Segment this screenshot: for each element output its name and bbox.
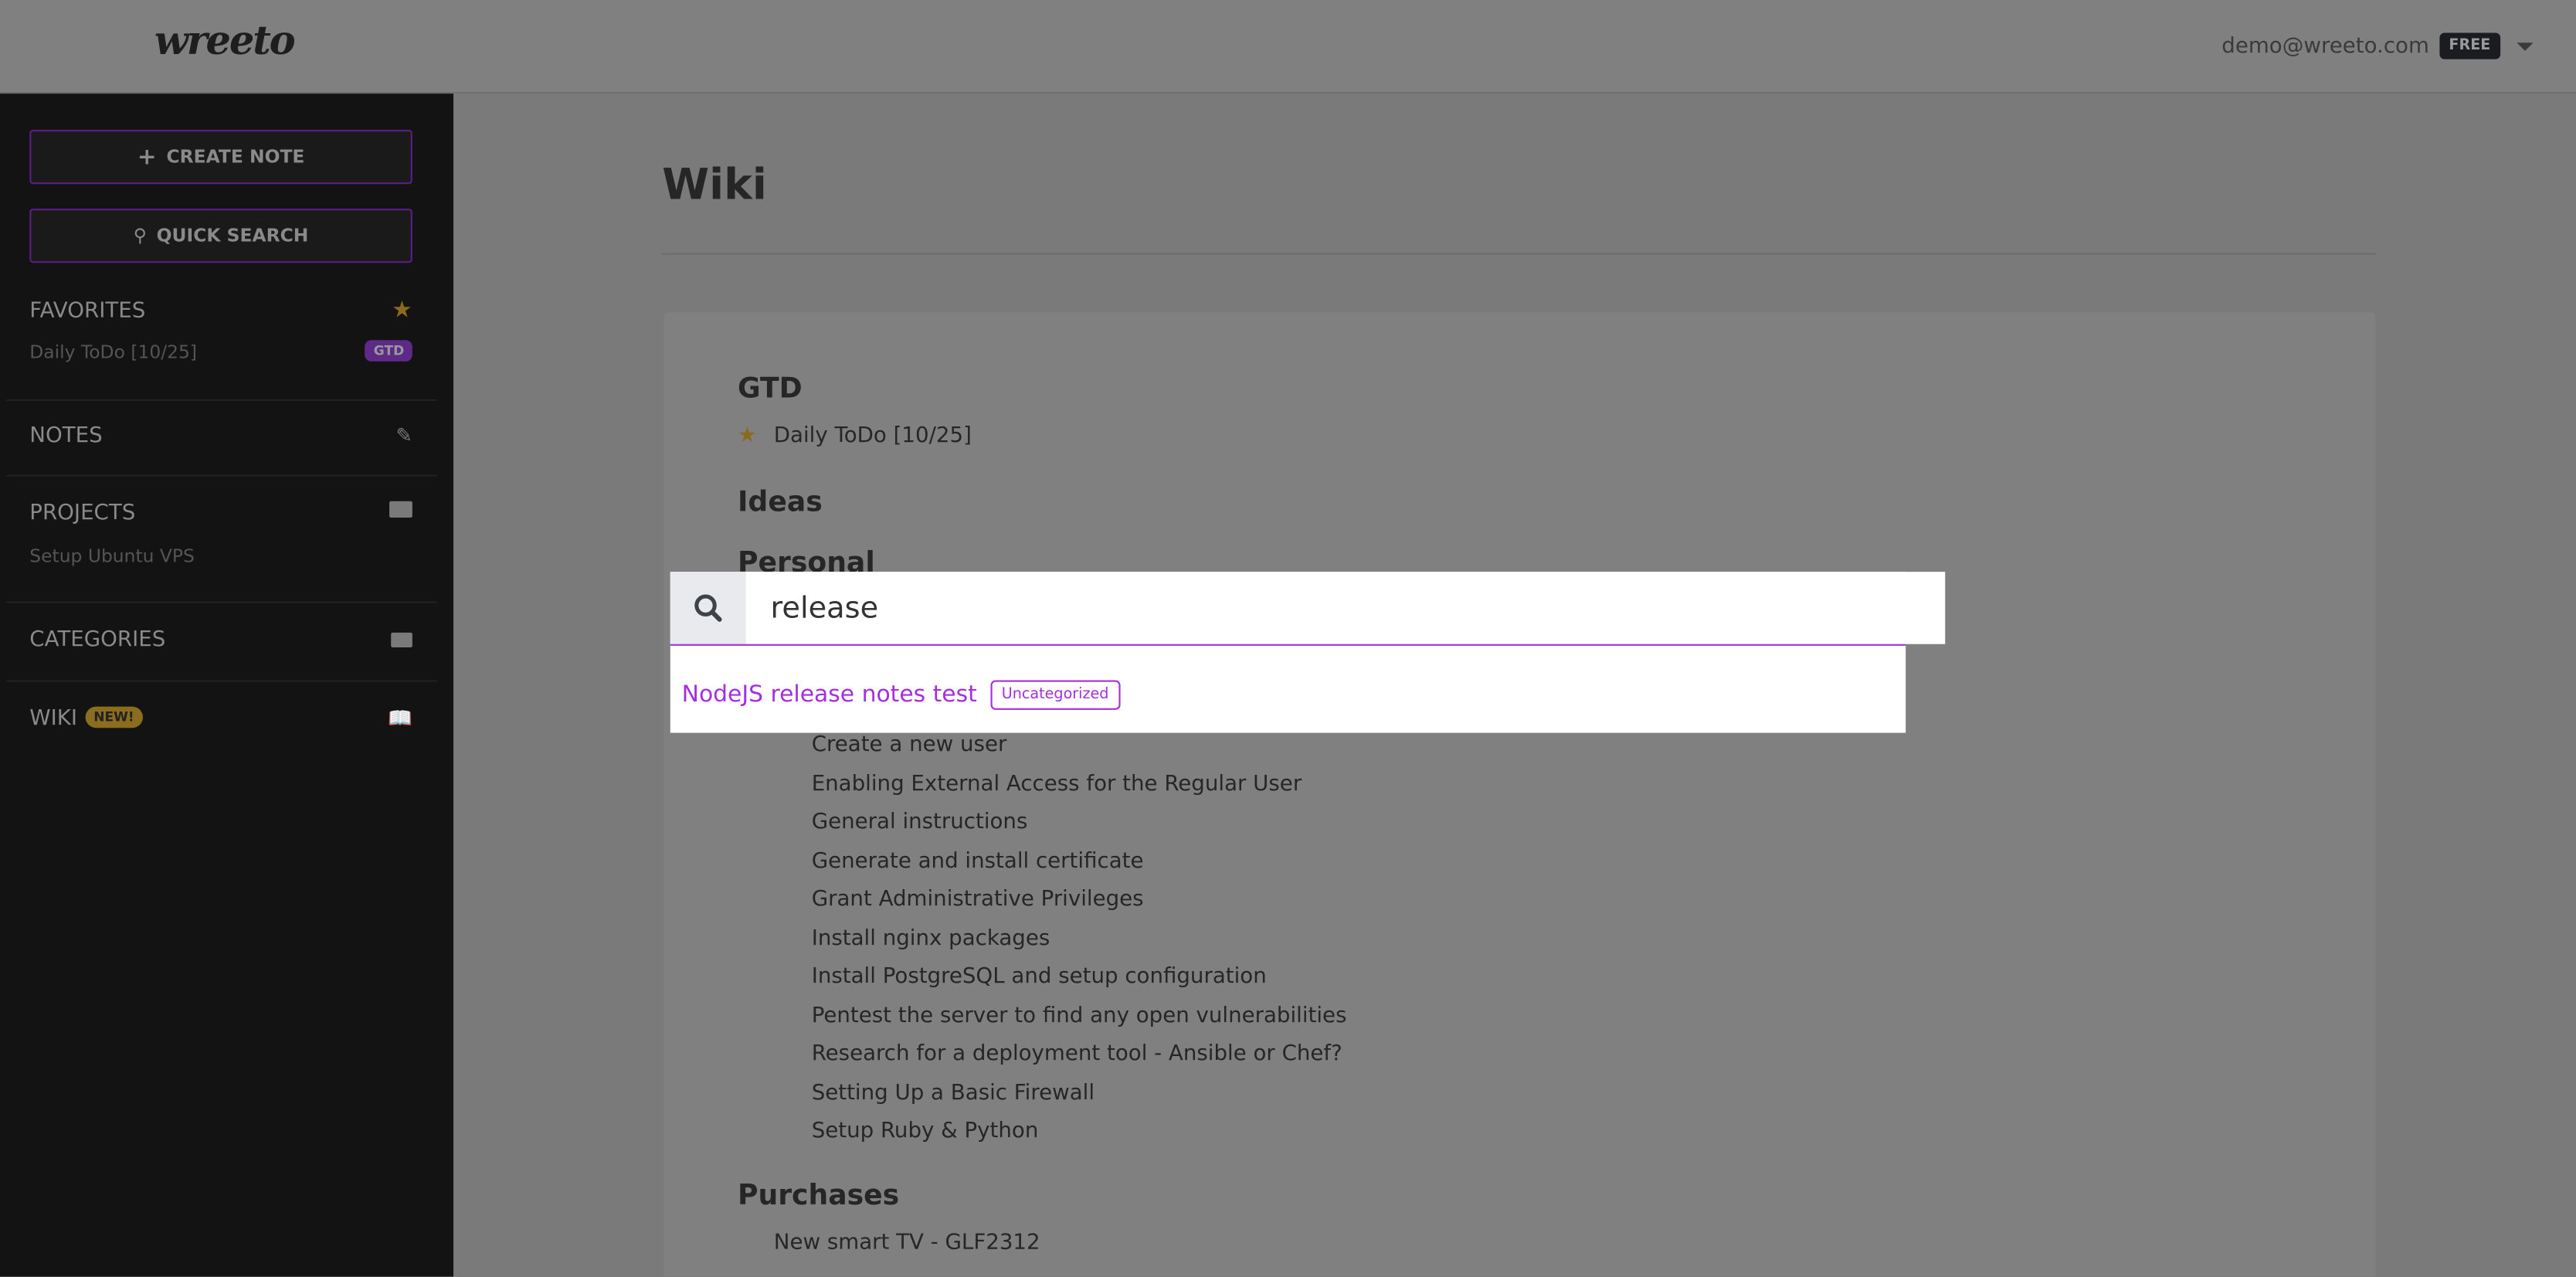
wiki-note-link[interactable]: General instructions (812, 810, 1028, 835)
user-menu[interactable]: demo@wreeto.com FREE (2221, 32, 2534, 59)
pencil-icon: ✎ (395, 423, 412, 447)
wiki-note-link[interactable]: Setup Ruby & Python (812, 1119, 1039, 1143)
plus-icon: + (137, 144, 157, 171)
wiki-note-link[interactable]: Install PostgreSQL and setup configurati… (812, 964, 1267, 989)
create-note-button[interactable]: + CREATE NOTE (29, 130, 412, 185)
wiki-note-link[interactable]: Research for a deployment tool - Ansible… (812, 1041, 1342, 1066)
page-title: Wiki (662, 161, 767, 211)
sidebar-item-categories[interactable]: CATEGORIES (29, 627, 165, 652)
wiki-note-link[interactable]: Install nginx packages (812, 926, 1050, 951)
wiki-note-link[interactable]: Setting Up a Basic Firewall (812, 1080, 1095, 1105)
search-input[interactable] (745, 572, 1946, 644)
divider (6, 399, 437, 401)
wiki-note-link[interactable]: Create a new user (812, 733, 1007, 758)
section-gtd: GTD (737, 372, 803, 406)
folder-icon (391, 632, 412, 647)
new-badge: NEW! (85, 706, 143, 729)
sidebar: + CREATE NOTE ⚲ QUICK SEARCH FAVORITES ★… (0, 93, 454, 1277)
search-icon: ⚲ (133, 225, 147, 247)
sidebar-item-favorites[interactable]: FAVORITES (29, 299, 145, 324)
user-email: demo@wreeto.com (2221, 33, 2429, 59)
quick-search-modal: NodeJS release notes test Uncategorized (670, 572, 1946, 733)
star-icon: ★ (737, 423, 757, 449)
divider (670, 644, 1906, 646)
section-ideas: Ideas (737, 486, 823, 520)
wiki-note-link[interactable]: Pentest the server to find any open vuln… (812, 1003, 1347, 1027)
app: wreeto demo@wreeto.com FREE + CREATE NOT… (0, 0, 2576, 1277)
search-icon (670, 572, 746, 644)
favorite-item[interactable]: Daily ToDo [10/25] (29, 341, 197, 363)
book-icon: 📖 (388, 706, 412, 730)
search-result-link[interactable]: NodeJS release notes test (682, 682, 977, 708)
gtd-badge: GTD (365, 340, 412, 362)
plan-badge: FREE (2439, 32, 2501, 59)
chevron-down-icon[interactable] (2517, 42, 2534, 50)
project-item[interactable]: Setup Ubuntu VPS (29, 545, 195, 567)
top-header: wreeto demo@wreeto.com FREE (0, 0, 2576, 94)
wiki-note-link[interactable]: Enabling External Access for the Regular… (812, 772, 1302, 796)
wiki-note-link[interactable]: New smart TV - GLF2312 (774, 1231, 1040, 1255)
sidebar-item-projects[interactable]: PROJECTS (29, 501, 135, 526)
divider (6, 680, 437, 682)
divider (6, 474, 437, 477)
wiki-note-link[interactable]: Daily ToDo [10/25] (774, 424, 972, 449)
wiki-note-link[interactable]: Generate and install certificate (812, 849, 1144, 874)
search-result[interactable]: NodeJS release notes test Uncategorized (682, 680, 1121, 710)
briefcase-icon (389, 501, 412, 518)
quick-search-label: QUICK SEARCH (156, 225, 309, 247)
wiki-note-link[interactable]: Grant Administrative Privileges (812, 888, 1144, 912)
star-icon: ★ (392, 297, 412, 324)
logo[interactable]: wreeto (154, 16, 296, 64)
section-purchases: Purchases (737, 1180, 900, 1213)
sidebar-item-wiki[interactable]: WIKI (29, 707, 77, 732)
divider (662, 253, 2376, 255)
quick-search-button[interactable]: ⚲ QUICK SEARCH (29, 209, 412, 263)
sidebar-item-notes[interactable]: NOTES (29, 424, 102, 449)
divider (6, 601, 437, 603)
create-note-label: CREATE NOTE (166, 146, 305, 168)
category-badge: Uncategorized (989, 680, 1121, 710)
